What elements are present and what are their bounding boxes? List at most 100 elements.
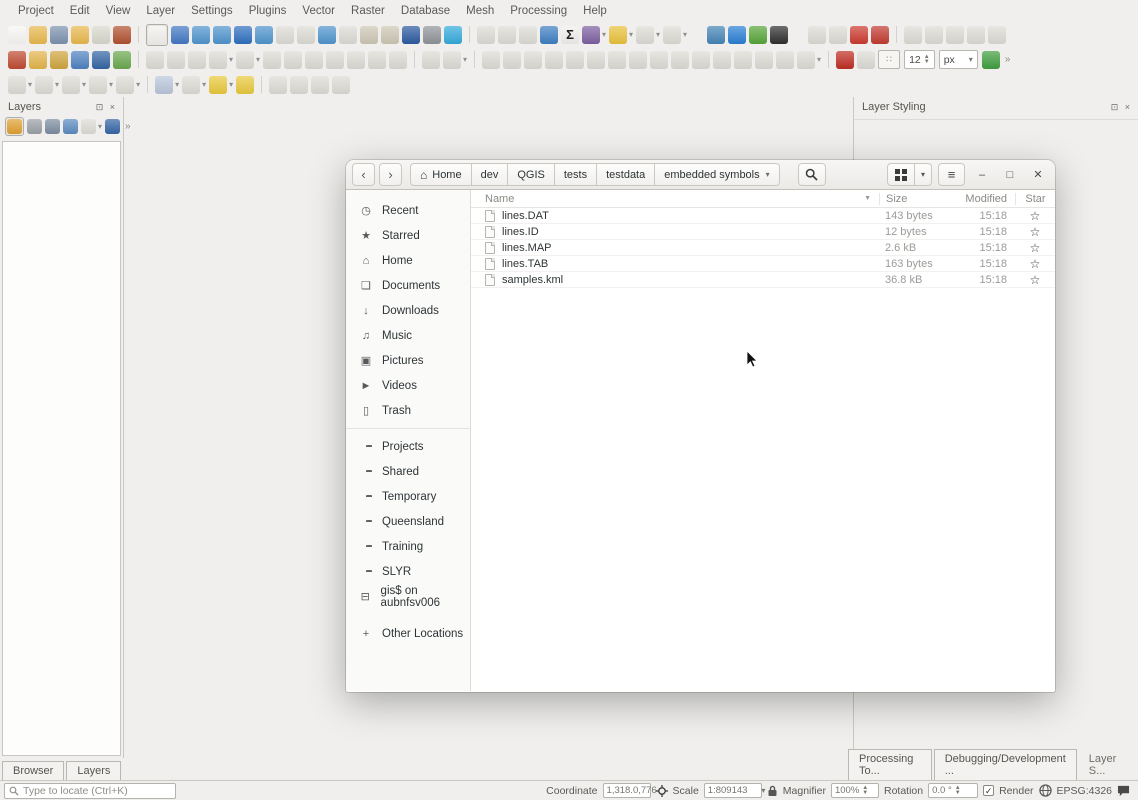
sidebar-place-item[interactable]: ↓ Downloads xyxy=(346,298,470,323)
zoom-next-icon[interactable] xyxy=(339,26,357,44)
qgis-plugin-icon[interactable] xyxy=(749,26,767,44)
dock-tab[interactable]: Layer S... xyxy=(1079,750,1136,780)
menu-item[interactable]: Layer xyxy=(138,2,183,20)
sidebar-bookmark-item[interactable]: Projects xyxy=(346,434,470,459)
split-parts-icon[interactable] xyxy=(713,51,731,69)
sidebar-place-item[interactable]: ★ Starred xyxy=(346,223,470,248)
magnifier-spinbox[interactable]: 100% ▲▼ xyxy=(831,783,879,798)
digitize-with-curve-icon[interactable] xyxy=(8,76,32,94)
dock-tab[interactable]: Debugging/Development ... xyxy=(934,749,1077,780)
column-header-size[interactable]: Size xyxy=(879,193,957,205)
zoom-to-selection-icon[interactable] xyxy=(255,26,273,44)
breadcrumb-current-button[interactable]: embedded symbols ▾ xyxy=(655,163,779,186)
star-toggle-icon[interactable]: ☆ xyxy=(1015,209,1055,223)
spinner-arrows-icon[interactable]: ▲▼ xyxy=(955,786,961,796)
add-circular-string-icon[interactable] xyxy=(209,51,233,69)
dock-tab[interactable]: Browser xyxy=(2,761,64,780)
sidebar-other-locations-item[interactable]: + Other Locations xyxy=(346,621,470,646)
dock-tab[interactable]: Processing To... xyxy=(848,749,932,780)
panel-overflow-icon[interactable]: » xyxy=(125,121,131,132)
file-row[interactable]: lines.DAT 143 bytes 15:18 ☆ xyxy=(471,208,1055,224)
locator-input[interactable] xyxy=(23,785,163,797)
label-pin-unpin-icon[interactable] xyxy=(850,26,868,44)
new-project-icon[interactable] xyxy=(8,26,26,44)
map-tips-icon[interactable] xyxy=(609,26,633,44)
star-toggle-icon[interactable]: ☆ xyxy=(1015,257,1055,271)
sidebar-place-item[interactable]: ▣ Pictures xyxy=(346,348,470,373)
first-aid-debug-icon[interactable] xyxy=(770,26,788,44)
slyr-tool-icon[interactable] xyxy=(836,51,854,69)
panel-float-close-icons[interactable]: ⊡ × xyxy=(1111,102,1132,113)
panel-float-close-icons[interactable]: ⊡ × xyxy=(96,102,117,113)
save-layer-edits-icon[interactable] xyxy=(167,51,185,69)
show-sum-icon[interactable]: Σ xyxy=(561,26,579,44)
python-console-icon[interactable] xyxy=(707,26,725,44)
draw-ellipse-icon[interactable] xyxy=(62,76,86,94)
sidebar-place-item[interactable]: ▯ Trash xyxy=(346,398,470,423)
label-properties-icon[interactable] xyxy=(988,26,1006,44)
menu-item[interactable]: Help xyxy=(575,2,615,20)
rotate-point-symbols-icon[interactable] xyxy=(797,51,821,69)
plugin-green-icon[interactable] xyxy=(982,51,1000,69)
toolbar-overflow-icon[interactable]: » xyxy=(1005,54,1011,65)
digitize-curve-icon[interactable] xyxy=(422,51,440,69)
add-group-icon[interactable] xyxy=(27,119,42,134)
copy-features-icon[interactable] xyxy=(326,51,344,69)
zoom-full-icon[interactable] xyxy=(234,26,252,44)
paste-features-icon[interactable] xyxy=(347,51,365,69)
menu-item[interactable]: Settings xyxy=(183,2,241,20)
move-annotation-icon[interactable] xyxy=(269,76,287,94)
save-project-as-icon[interactable] xyxy=(71,26,89,44)
new-map-view-icon[interactable] xyxy=(360,26,378,44)
split-features-icon[interactable] xyxy=(734,51,752,69)
add-feature-icon[interactable] xyxy=(188,51,206,69)
zoom-native-icon[interactable] xyxy=(297,26,315,44)
identify-features-icon[interactable] xyxy=(477,26,495,44)
maximize-button[interactable]: □ xyxy=(999,164,1021,186)
star-toggle-icon[interactable]: ☆ xyxy=(1015,273,1055,287)
statistical-summary-icon[interactable] xyxy=(519,26,537,44)
sidebar-network-item[interactable]: ⊟ gis$ on aubnfsv006 xyxy=(346,584,470,609)
toggle-editing-icon[interactable] xyxy=(146,51,164,69)
menu-item[interactable]: Plugins xyxy=(241,2,295,20)
file-row[interactable]: lines.MAP 2.6 kB 15:18 ☆ xyxy=(471,240,1055,256)
resize-annotation-icon[interactable] xyxy=(311,76,329,94)
temporal-controller-icon[interactable] xyxy=(423,26,441,44)
scale-combobox[interactable]: 1:809143 ▾ xyxy=(704,783,762,798)
rotate-annotation-icon[interactable] xyxy=(290,76,308,94)
menu-item[interactable]: Mesh xyxy=(458,2,502,20)
star-toggle-icon[interactable]: ☆ xyxy=(1015,225,1055,239)
label-show-hide-icon[interactable] xyxy=(829,26,847,44)
sidebar-bookmark-item[interactable]: Shared xyxy=(346,459,470,484)
sidebar-place-item[interactable]: ♫ Music xyxy=(346,323,470,348)
label-toolbar-icon[interactable] xyxy=(663,26,687,44)
trim-extend-icon[interactable] xyxy=(857,51,875,69)
grid-view-button[interactable] xyxy=(887,163,915,186)
offset-curve-icon[interactable] xyxy=(671,51,689,69)
style-manager-icon[interactable] xyxy=(113,26,131,44)
label-pin-icon[interactable] xyxy=(808,26,826,44)
stream-digitizing-icon[interactable] xyxy=(443,51,467,69)
move-label-icon[interactable] xyxy=(904,26,922,44)
file-row[interactable]: samples.kml 36.8 kB 15:18 ☆ xyxy=(471,272,1055,288)
locator-box[interactable] xyxy=(4,783,176,799)
open-data-source-manager-icon[interactable] xyxy=(8,51,26,69)
cut-features-icon[interactable] xyxy=(305,51,323,69)
sidebar-place-item[interactable]: ❏ Documents xyxy=(346,273,470,298)
open-attribute-table-icon[interactable] xyxy=(498,26,516,44)
column-header-name[interactable]: Name ▼ xyxy=(471,193,879,205)
coordinate-input[interactable]: 1,318.0,776 xyxy=(603,783,651,798)
menu-item[interactable]: Vector xyxy=(294,2,343,20)
sidebar-bookmark-item[interactable]: SLYR xyxy=(346,559,470,584)
rotate-label-icon[interactable] xyxy=(925,26,943,44)
sidebar-place-item[interactable]: ◷ Recent xyxy=(346,198,470,223)
breadcrumb-button[interactable]: testdata xyxy=(597,163,655,186)
close-button[interactable]: ✕ xyxy=(1027,164,1049,186)
new-annotation-icon[interactable] xyxy=(636,26,660,44)
delete-selected-icon[interactable] xyxy=(284,51,302,69)
star-toggle-icon[interactable]: ☆ xyxy=(1015,241,1055,255)
new-shapefile-layer-icon[interactable] xyxy=(113,51,131,69)
merge-features-icon[interactable] xyxy=(755,51,773,69)
breadcrumb-home-button[interactable]: ⌂ Home xyxy=(410,163,472,186)
breadcrumb-button[interactable]: QGIS xyxy=(508,163,555,186)
